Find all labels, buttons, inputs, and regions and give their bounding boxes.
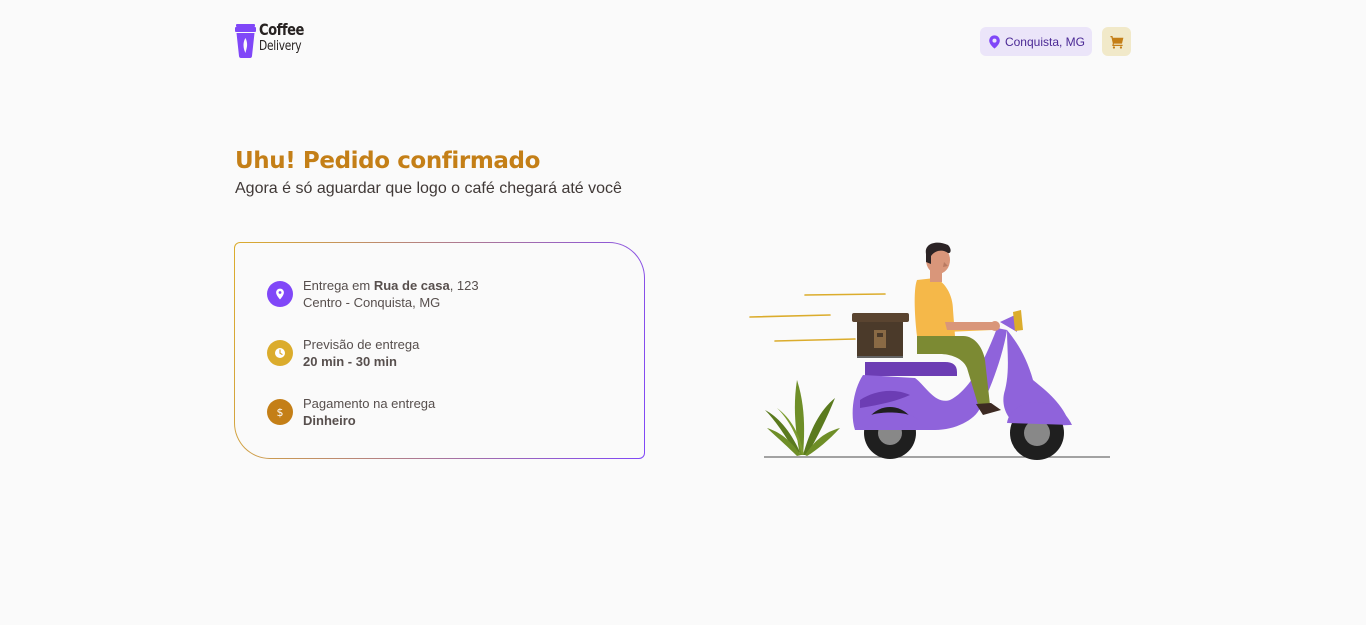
logo[interactable]: Coffee Delivery [235,22,314,58]
svg-text:$: $ [277,406,284,418]
delivery-district: Centro - Conquista, MG [303,295,441,310]
cart-button[interactable] [1102,27,1131,56]
currency-dollar-icon: $ [267,399,293,425]
location-button[interactable]: Conquista, MG [979,27,1092,56]
timer-icon [267,340,293,366]
payment-row: $ Pagamento na entrega Dinheiro [267,395,644,429]
coffee-cup-logo-icon [235,24,256,58]
shopping-cart-icon [1109,35,1123,49]
delivery-forecast-row: Previsão de entrega 20 min - 30 min [267,336,644,370]
delivery-street: Rua de casa [373,278,450,293]
forecast-value: 20 min - 30 min [303,354,397,369]
delivery-address-row: Entrega em Rua de casa, 123 Centro - Con… [267,277,644,311]
delivery-number: , 123 [449,278,479,293]
location-label: Conquista, MG [1004,34,1085,49]
order-info-card: Entrega em Rua de casa, 123 Centro - Con… [234,242,645,459]
page-title: Uhu! Pedido confirmado [235,148,540,174]
map-pin-icon [989,34,1000,49]
logo-subtitle: Delivery [259,39,302,54]
delivery-prefix: Entrega em [303,278,374,293]
payment-label: Pagamento na entrega [303,396,436,411]
logo-title: Coffee [259,20,304,39]
forecast-label: Previsão de entrega [303,337,420,352]
delivery-scooter-illustration [749,242,1110,460]
map-pin-icon [267,281,293,307]
page-subtitle: Agora é só aguardar que logo o café cheg… [235,180,622,197]
app-header: Coffee Delivery Conquista, MG [235,22,1131,62]
payment-value: Dinheiro [303,413,356,428]
